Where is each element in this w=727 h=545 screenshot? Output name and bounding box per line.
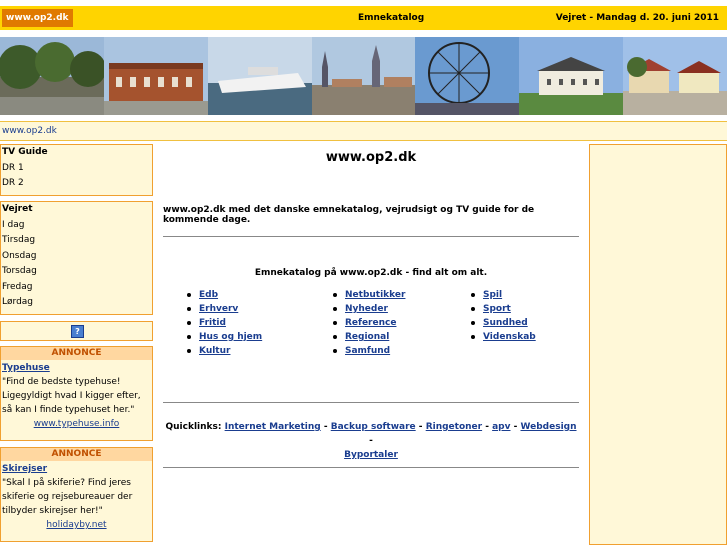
quicklink[interactable]: Byportaler [344,450,398,460]
tv-item-dr2[interactable]: DR 2 [1,176,152,192]
ad-url-link[interactable]: holidayby.net [1,520,152,532]
category-link[interactable]: Videnskab [469,330,536,344]
category-link[interactable]: Fritid [185,316,262,330]
divider [163,467,579,468]
help-box: ? [0,321,153,341]
photo-village-square [623,37,727,115]
ad-text: "Find de bedste typehuse! Ligegyldigt hv… [2,377,141,415]
category-link[interactable]: Spil [469,288,536,302]
photo-manor-house [519,37,624,115]
category-link[interactable]: Samfund [331,344,405,358]
photo-ferry [207,37,312,115]
address-bar: www.op2.dk [0,121,727,141]
right-column [589,144,727,545]
weather-date: Vejret - Mandag d. 20. juni 2011 [555,13,719,23]
ad-title-link[interactable]: Typehuse [1,360,152,373]
ad-box-skirejser: ANNONCE Skirejser "Skal I på skiferie? F… [0,447,153,542]
weather-item-tuesday[interactable]: Tirsdag [1,233,152,249]
tv-item-dr1[interactable]: DR 1 [1,161,152,177]
photo-trees-street [0,37,104,115]
site-logo[interactable]: www.op2.dk [2,9,73,27]
category-link[interactable]: Hus og hjem [185,330,262,344]
category-link[interactable]: Netbutikker [331,288,405,302]
weather-item-saturday[interactable]: Lørdag [1,295,152,311]
quicklink[interactable]: Backup software [331,422,416,432]
category-column-3: Spil Sport Sundhed Videnskab [469,288,536,344]
page-title: www.op2.dk [325,150,417,165]
category-link[interactable]: Edb [185,288,262,302]
top-bar: www.op2.dk Emnekatalog Vejret - Mandag d… [0,6,727,30]
catalog-heading: Emnekatalog på www.op2.dk - find alt om … [254,268,488,278]
ad-url-link[interactable]: www.typehuse.info [1,419,152,431]
ad-box-typehuse: ANNONCE Typehuse "Find de bedste typehus… [0,346,153,441]
category-link[interactable]: Regional [331,330,405,344]
photo-ferris-wheel [415,37,520,115]
weather-item-thursday[interactable]: Torsdag [1,264,152,280]
ad-title-link[interactable]: Skirejser [1,461,152,474]
quicklink[interactable]: Webdesign [521,422,577,432]
category-link[interactable]: Sundhed [469,316,536,330]
category-link[interactable]: Erhverv [185,302,262,316]
section-title: Emnekatalog [358,13,425,23]
quicklinks: Quicklinks: Internet Marketing - Backup … [165,422,577,460]
category-link[interactable]: Nyheder [331,302,405,316]
category-link[interactable]: Kultur [185,344,262,358]
divider [163,402,579,403]
tv-guide-box: TV Guide DR 1 DR 2 [0,144,153,196]
weather-item-wednesday[interactable]: Onsdag [1,249,152,265]
weather-heading: Vejret [2,204,33,214]
ad-heading: ANNONCE [1,448,152,461]
weather-box: Vejret I dag Tirsdag Onsdag Torsdag Fred… [0,201,153,315]
weather-item-today[interactable]: I dag [1,218,152,234]
category-link[interactable]: Sport [469,302,536,316]
quicklink[interactable]: apv [492,422,510,432]
photo-brick-building [103,37,208,115]
ad-heading: ANNONCE [1,347,152,360]
ad-text: "Skal I på skiferie? Find jeres skiferie… [2,478,133,516]
category-link[interactable]: Reference [331,316,405,330]
help-icon[interactable]: ? [71,325,84,338]
quicklink[interactable]: Ringetoner [426,422,482,432]
quicklinks-label: Quicklinks: [165,422,222,432]
category-column-1: Edb Erhverv Fritid Hus og hjem Kultur [185,288,262,358]
weather-item-friday[interactable]: Fredag [1,280,152,296]
intro-text: www.op2.dk med det danske emnekatalog, v… [163,205,535,225]
photo-banner [0,37,727,115]
quicklink[interactable]: Internet Marketing [225,422,321,432]
main-content: www.op2.dk www.op2.dk med det danske emn… [163,144,579,468]
divider [163,236,579,237]
url-text[interactable]: www.op2.dk [2,122,57,140]
tv-guide-heading: TV Guide [2,147,48,157]
category-column-2: Netbutikker Nyheder Reference Regional S… [331,288,405,358]
photo-city-towers [311,37,416,115]
